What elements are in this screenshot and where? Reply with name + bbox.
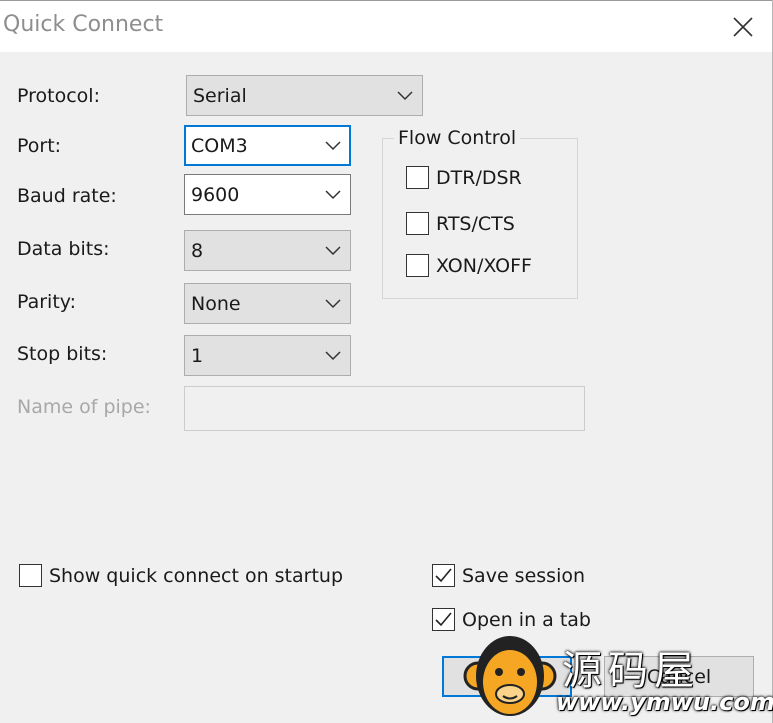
port-select[interactable]: COM3 [184,125,351,166]
connect-button[interactable]: Connect [442,656,572,697]
xon-xoff-checkbox[interactable]: XON/XOFF [406,254,532,277]
chevron-down-icon [316,175,350,214]
cancel-button[interactable]: Cancel [604,656,754,697]
rts-cts-label: RTS/CTS [436,212,515,235]
parity-value: None [191,292,241,315]
protocol-select[interactable]: Serial [186,75,423,116]
port-value: COM3 [191,134,248,157]
data-bits-select[interactable]: 8 [184,230,351,271]
stop-bits-select[interactable]: 1 [184,335,351,376]
save-session-label: Save session [462,564,586,587]
dtr-dsr-label: DTR/DSR [436,166,522,189]
protocol-value: Serial [193,84,247,107]
checkbox-box [406,212,429,235]
parity-label: Parity: [17,291,77,313]
checkbox-box [432,564,455,587]
name-of-pipe-label: Name of pipe: [17,396,151,418]
checkbox-box [432,608,455,631]
dtr-dsr-checkbox[interactable]: DTR/DSR [406,166,522,189]
baud-rate-value: 9600 [191,183,240,206]
checkbox-box [406,254,429,277]
flow-control-title: Flow Control [394,127,521,149]
xon-xoff-label: XON/XOFF [436,254,532,277]
stop-bits-label: Stop bits: [17,343,108,365]
show-on-startup-label: Show quick connect on startup [49,564,344,587]
baud-rate-label: Baud rate: [17,185,117,207]
show-on-startup-checkbox[interactable]: Show quick connect on startup [19,564,343,587]
chevron-down-icon [316,284,350,323]
dialog-title: Quick Connect [3,12,164,37]
open-in-tab-checkbox[interactable]: Open in a tab [432,608,591,631]
rts-cts-checkbox[interactable]: RTS/CTS [406,212,515,235]
parity-select[interactable]: None [184,283,351,324]
data-bits-value: 8 [191,239,204,262]
protocol-label: Protocol: [17,85,100,107]
chevron-down-icon [316,126,350,165]
close-button[interactable] [713,1,773,52]
name-of-pipe-input [184,386,585,431]
open-in-tab-label: Open in a tab [462,608,591,631]
data-bits-label: Data bits: [17,238,110,260]
checkmark-icon [435,612,452,627]
save-session-checkbox[interactable]: Save session [432,564,585,587]
title-bar: Quick Connect [0,0,773,52]
baud-rate-select[interactable]: 9600 [184,174,351,215]
checkbox-box [406,166,429,189]
stop-bits-value: 1 [191,344,204,367]
chevron-down-icon [316,336,350,375]
port-label: Port: [17,135,62,157]
checkbox-box [19,564,42,587]
checkmark-icon [435,568,452,583]
close-icon [733,16,753,37]
chevron-down-icon [388,76,422,115]
chevron-down-icon [316,231,350,270]
